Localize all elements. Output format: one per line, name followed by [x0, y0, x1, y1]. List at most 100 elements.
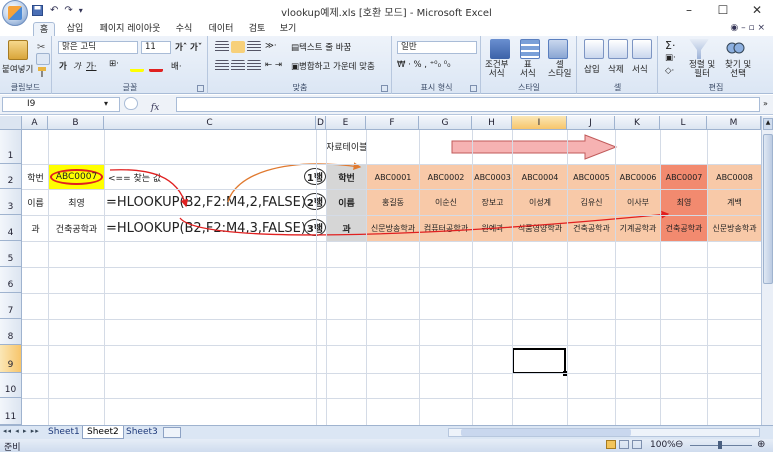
font-color-icon[interactable]: [149, 60, 163, 72]
column-header-h[interactable]: H: [472, 116, 512, 130]
tab-view[interactable]: 보기: [276, 22, 300, 36]
cell-a4[interactable]: 과: [23, 216, 48, 241]
insert-sheet-icon[interactable]: [163, 427, 181, 438]
table-cell[interactable]: ABC0007: [660, 164, 708, 190]
grow-font-icon[interactable]: 가ˆ 가ˇ: [175, 41, 202, 53]
zoom-out-icon[interactable]: ⊖: [675, 439, 683, 450]
table-cell[interactable]: ABC0008: [707, 164, 761, 190]
find-select-label[interactable]: 찾기 및 선택: [725, 61, 751, 79]
scroll-up-icon[interactable]: ▲: [763, 118, 773, 130]
row-header-8[interactable]: 8: [0, 319, 22, 345]
align-top-icon[interactable]: [215, 41, 229, 53]
find-select-icon[interactable]: [725, 39, 745, 59]
column-header-k[interactable]: K: [615, 116, 660, 130]
copy-icon[interactable]: [36, 53, 50, 65]
formula-input[interactable]: [176, 97, 760, 112]
cell-styles-icon[interactable]: [548, 39, 568, 59]
font-name-combo[interactable]: 맑은 고딕: [58, 41, 138, 54]
align-center-icon[interactable]: [231, 60, 245, 72]
scroll-thumb[interactable]: [763, 134, 773, 284]
format-cells-icon[interactable]: [632, 39, 652, 59]
normal-view-icon[interactable]: [606, 440, 616, 449]
delete-cells-icon[interactable]: [608, 39, 628, 59]
table-cell[interactable]: ABC0005: [567, 164, 616, 190]
table-cell[interactable]: 계백: [707, 189, 761, 216]
zoom-level[interactable]: 100%: [650, 440, 676, 450]
insert-cells-label[interactable]: 삽입: [584, 63, 600, 75]
fill-icon[interactable]: ▣·: [665, 53, 676, 63]
cell-b4[interactable]: 건축공학과: [49, 216, 104, 241]
number-launcher-icon[interactable]: [470, 85, 477, 92]
format-table-label[interactable]: 표 서식: [520, 61, 536, 79]
conditional-format-icon[interactable]: [490, 39, 510, 59]
close-button[interactable]: ✕: [741, 0, 773, 20]
select-all-corner[interactable]: [0, 116, 22, 130]
fill-color-icon[interactable]: [130, 60, 144, 72]
italic-icon[interactable]: 가: [73, 60, 81, 72]
paste-icon[interactable]: [8, 40, 28, 60]
border-icon[interactable]: ⊞·: [109, 59, 119, 69]
cell-a2[interactable]: 학번: [23, 165, 48, 189]
sort-filter-label[interactable]: 정렬 및 필터: [689, 61, 715, 79]
sheet-nav-icon[interactable]: ◂◂ ◂ ▸ ▸▸: [3, 427, 40, 435]
underline-icon[interactable]: 가·: [86, 60, 97, 72]
table-cell[interactable]: 이사부: [615, 189, 661, 216]
horizontal-scrollbar[interactable]: [448, 428, 760, 437]
orientation-icon[interactable]: ≫·: [265, 41, 277, 51]
column-header-e[interactable]: E: [326, 116, 366, 130]
vertical-scrollbar[interactable]: ▲: [761, 116, 773, 425]
expand-formula-bar-icon[interactable]: »: [763, 99, 768, 108]
insert-cells-icon[interactable]: [584, 39, 604, 59]
row-header-5[interactable]: 5: [0, 241, 22, 267]
number-format-combo[interactable]: 일반: [397, 41, 477, 54]
column-header-l[interactable]: L: [660, 116, 707, 130]
table-header-cell[interactable]: 이름: [326, 189, 367, 216]
page-break-view-icon[interactable]: [631, 440, 642, 449]
format-painter-icon[interactable]: [36, 66, 50, 78]
row-header-7[interactable]: 7: [0, 293, 22, 319]
table-cell[interactable]: ABC0004: [512, 164, 568, 190]
table-cell[interactable]: ABC0002: [419, 164, 473, 190]
column-header-d[interactable]: D: [316, 116, 326, 130]
column-header-b[interactable]: B: [48, 116, 104, 130]
tab-home[interactable]: 홈: [33, 22, 55, 36]
column-header-m[interactable]: M: [707, 116, 761, 130]
conditional-format-label[interactable]: 조건부 서식: [485, 61, 508, 79]
cancel-entry-icon[interactable]: [124, 97, 138, 110]
table-header-cell[interactable]: 과: [326, 215, 367, 242]
sort-filter-icon[interactable]: [689, 39, 709, 59]
name-box[interactable]: I9: [2, 97, 120, 112]
row-header-11[interactable]: 11: [0, 398, 22, 425]
insert-function-icon[interactable]: fx: [151, 103, 159, 113]
table-cell[interactable]: 장보고: [472, 189, 513, 216]
zoom-slider-thumb[interactable]: [718, 441, 722, 449]
table-cell[interactable]: 홍길동: [366, 189, 420, 216]
column-header-a[interactable]: A: [22, 116, 48, 130]
row-header-1[interactable]: 1: [0, 130, 22, 164]
delete-cells-label[interactable]: 삭제: [608, 63, 624, 75]
alignment-launcher-icon[interactable]: [381, 85, 388, 92]
table-header-cell[interactable]: 학번: [326, 164, 367, 190]
cell-styles-label[interactable]: 셀 스타일: [548, 61, 571, 79]
tab-insert[interactable]: 삽입: [62, 22, 88, 36]
table-cell[interactable]: ABC0003: [472, 164, 513, 190]
table-cell[interactable]: 이순신: [419, 189, 473, 216]
cell-b2[interactable]: ABC0007: [49, 165, 104, 189]
sheet-tab-3[interactable]: Sheet3: [122, 426, 162, 439]
merge-center-button[interactable]: ▣병합하고 가운데 맞춤: [291, 60, 375, 72]
font-launcher-icon[interactable]: [197, 85, 204, 92]
row-header-9[interactable]: 9: [0, 345, 22, 373]
page-layout-view-icon[interactable]: [618, 440, 629, 449]
table-cell[interactable]: 식품영양학과: [512, 215, 568, 242]
help-icon[interactable]: ◉ – ▫ ×: [730, 23, 765, 33]
bold-icon[interactable]: 가: [59, 60, 67, 72]
table-cell[interactable]: ABC0001: [366, 164, 420, 190]
h-scroll-thumb[interactable]: [461, 429, 631, 436]
cell-a3[interactable]: 이름: [23, 190, 48, 215]
zoom-in-icon[interactable]: ⊕: [757, 439, 765, 450]
row-header-3[interactable]: 3: [0, 189, 22, 215]
align-left-icon[interactable]: [215, 60, 229, 72]
worksheet-grid[interactable]: ABCDEFGHIJKLM 1 2 3 4 5 6 7 8 9 10 11 학번 ABC0007 <…: [0, 116, 761, 425]
align-right-icon[interactable]: [247, 60, 261, 72]
table-cell[interactable]: 원예과: [472, 215, 513, 242]
